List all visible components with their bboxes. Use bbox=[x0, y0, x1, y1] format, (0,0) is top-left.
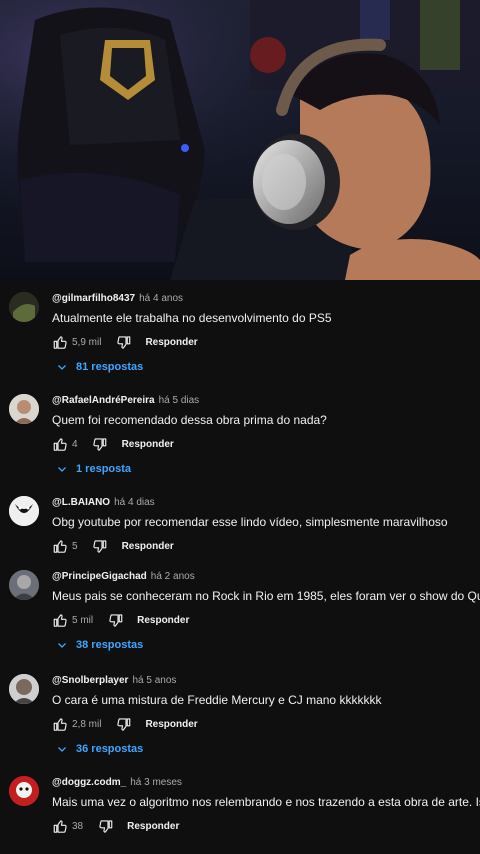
thumb-up-icon[interactable] bbox=[52, 716, 68, 732]
comment: @gilmarfilho8437 há 4 anos Atualmente ele… bbox=[0, 280, 480, 382]
view-replies-button[interactable]: 81 respostas bbox=[56, 361, 143, 373]
thumb-down-icon[interactable] bbox=[92, 538, 108, 554]
comment-author[interactable]: @L.BAIANO bbox=[52, 497, 110, 508]
thumb-up-icon[interactable] bbox=[52, 538, 68, 554]
comment-actions: 5,9 mil Responder bbox=[52, 334, 198, 350]
comment-time[interactable]: há 4 anos bbox=[139, 293, 183, 304]
avatar-image bbox=[9, 570, 39, 600]
avatar[interactable] bbox=[9, 292, 39, 322]
reply-button[interactable]: Responder bbox=[145, 719, 197, 730]
comment-header: @PrincipeGigachad há 2 anos bbox=[52, 571, 195, 582]
thumb-up-icon[interactable] bbox=[52, 612, 68, 628]
avatar-image bbox=[9, 674, 39, 704]
like-count: 5 mil bbox=[72, 614, 94, 626]
reply-button[interactable]: Responder bbox=[145, 337, 197, 348]
comment-header: @RafaelAndréPereira há 5 dias bbox=[52, 395, 199, 406]
comment-actions: 5 mil Responder bbox=[52, 612, 189, 628]
comment-author[interactable]: @doggz.codm_ bbox=[52, 777, 126, 788]
avatar-image bbox=[9, 292, 39, 322]
chevron-down-icon bbox=[58, 747, 66, 752]
comment: @Snolberplayer há 5 anos O cara é uma mis… bbox=[0, 662, 480, 764]
reply-button[interactable]: Responder bbox=[127, 821, 179, 832]
avatar[interactable] bbox=[9, 496, 39, 526]
avatar[interactable] bbox=[9, 394, 39, 424]
video-player[interactable] bbox=[0, 0, 480, 280]
comment-text: O cara é uma mistura de Freddie Mercury … bbox=[52, 693, 382, 707]
comment-text: Obg youtube por recomendar esse lindo ví… bbox=[52, 515, 448, 529]
replies-count: 36 respostas bbox=[76, 743, 144, 755]
thumb-down-icon[interactable] bbox=[92, 436, 108, 452]
avatar-image bbox=[9, 394, 39, 424]
thumb-up-icon[interactable] bbox=[52, 436, 68, 452]
thumb-up-icon[interactable] bbox=[52, 818, 68, 834]
comment: @doggz.codm_ há 3 meses Mais uma vez o al… bbox=[0, 764, 480, 854]
like-count: 5 bbox=[72, 540, 78, 552]
avatar[interactable] bbox=[9, 674, 39, 704]
view-replies-button[interactable]: 1 resposta bbox=[56, 463, 131, 475]
comments-list: @gilmarfilho8437 há 4 anos Atualmente ele… bbox=[0, 280, 480, 854]
like-count: 2,8 mil bbox=[72, 718, 102, 730]
comment-author[interactable]: @PrincipeGigachad bbox=[52, 571, 147, 582]
view-replies-button[interactable]: 36 respostas bbox=[56, 743, 143, 755]
comment-actions: 5 Responder bbox=[52, 538, 174, 554]
comment-text: Meus pais se conheceram no Rock in Rio e… bbox=[52, 589, 480, 603]
comment-header: @doggz.codm_ há 3 meses bbox=[52, 777, 182, 788]
comment-time[interactable]: há 3 meses bbox=[130, 777, 182, 788]
thumb-down-icon[interactable] bbox=[115, 716, 131, 732]
comment-time[interactable]: há 4 dias bbox=[114, 497, 155, 508]
like-count: 5,9 mil bbox=[72, 336, 102, 348]
avatar[interactable] bbox=[9, 570, 39, 600]
comment: @RafaelAndréPereira há 5 dias Quem foi re… bbox=[0, 382, 480, 484]
thumb-down-icon[interactable] bbox=[115, 334, 131, 350]
chevron-down-icon bbox=[58, 365, 66, 370]
comment-header: @Snolberplayer há 5 anos bbox=[52, 675, 176, 686]
like-count: 4 bbox=[72, 438, 78, 450]
like-count: 38 bbox=[72, 820, 84, 832]
reply-button[interactable]: Responder bbox=[122, 439, 174, 450]
thumb-down-icon[interactable] bbox=[97, 818, 113, 834]
comment-text: Mais uma vez o algoritmo nos relembrando… bbox=[52, 795, 480, 809]
replies-count: 81 respostas bbox=[76, 361, 144, 373]
comment-actions: 2,8 mil Responder bbox=[52, 716, 198, 732]
reply-button[interactable]: Responder bbox=[122, 541, 174, 552]
reply-button[interactable]: Responder bbox=[137, 615, 189, 626]
comment-author[interactable]: @Snolberplayer bbox=[52, 675, 128, 686]
comment: @L.BAIANO há 4 dias Obg youtube por recom… bbox=[0, 484, 480, 558]
comment-header: @gilmarfilho8437 há 4 anos bbox=[52, 293, 183, 304]
avatar-image bbox=[9, 776, 39, 806]
comment-text: Atualmente ele trabalha no desenvolvimen… bbox=[52, 311, 332, 325]
view-replies-button[interactable]: 38 respostas bbox=[56, 639, 143, 651]
avatar-image bbox=[9, 496, 39, 526]
comment-text: Quem foi recomendado dessa obra prima do… bbox=[52, 413, 327, 427]
avatar[interactable] bbox=[9, 776, 39, 806]
comment-header: @L.BAIANO há 4 dias bbox=[52, 497, 155, 508]
chevron-down-icon bbox=[58, 467, 66, 472]
chevron-down-icon bbox=[58, 643, 66, 648]
comment-time[interactable]: há 5 anos bbox=[132, 675, 176, 686]
replies-count: 38 respostas bbox=[76, 639, 144, 651]
comment-author[interactable]: @RafaelAndréPereira bbox=[52, 395, 155, 406]
comment: @PrincipeGigachad há 2 anos Meus pais se … bbox=[0, 558, 480, 660]
comment-actions: 4 Responder bbox=[52, 436, 174, 452]
comment-actions: 38 Responder bbox=[52, 818, 179, 834]
replies-count: 1 resposta bbox=[76, 463, 132, 475]
thumb-up-icon[interactable] bbox=[52, 334, 68, 350]
video-frame bbox=[0, 0, 480, 280]
thumb-down-icon[interactable] bbox=[107, 612, 123, 628]
comment-author[interactable]: @gilmarfilho8437 bbox=[52, 293, 135, 304]
comment-time[interactable]: há 5 dias bbox=[159, 395, 200, 406]
comment-time[interactable]: há 2 anos bbox=[151, 571, 195, 582]
